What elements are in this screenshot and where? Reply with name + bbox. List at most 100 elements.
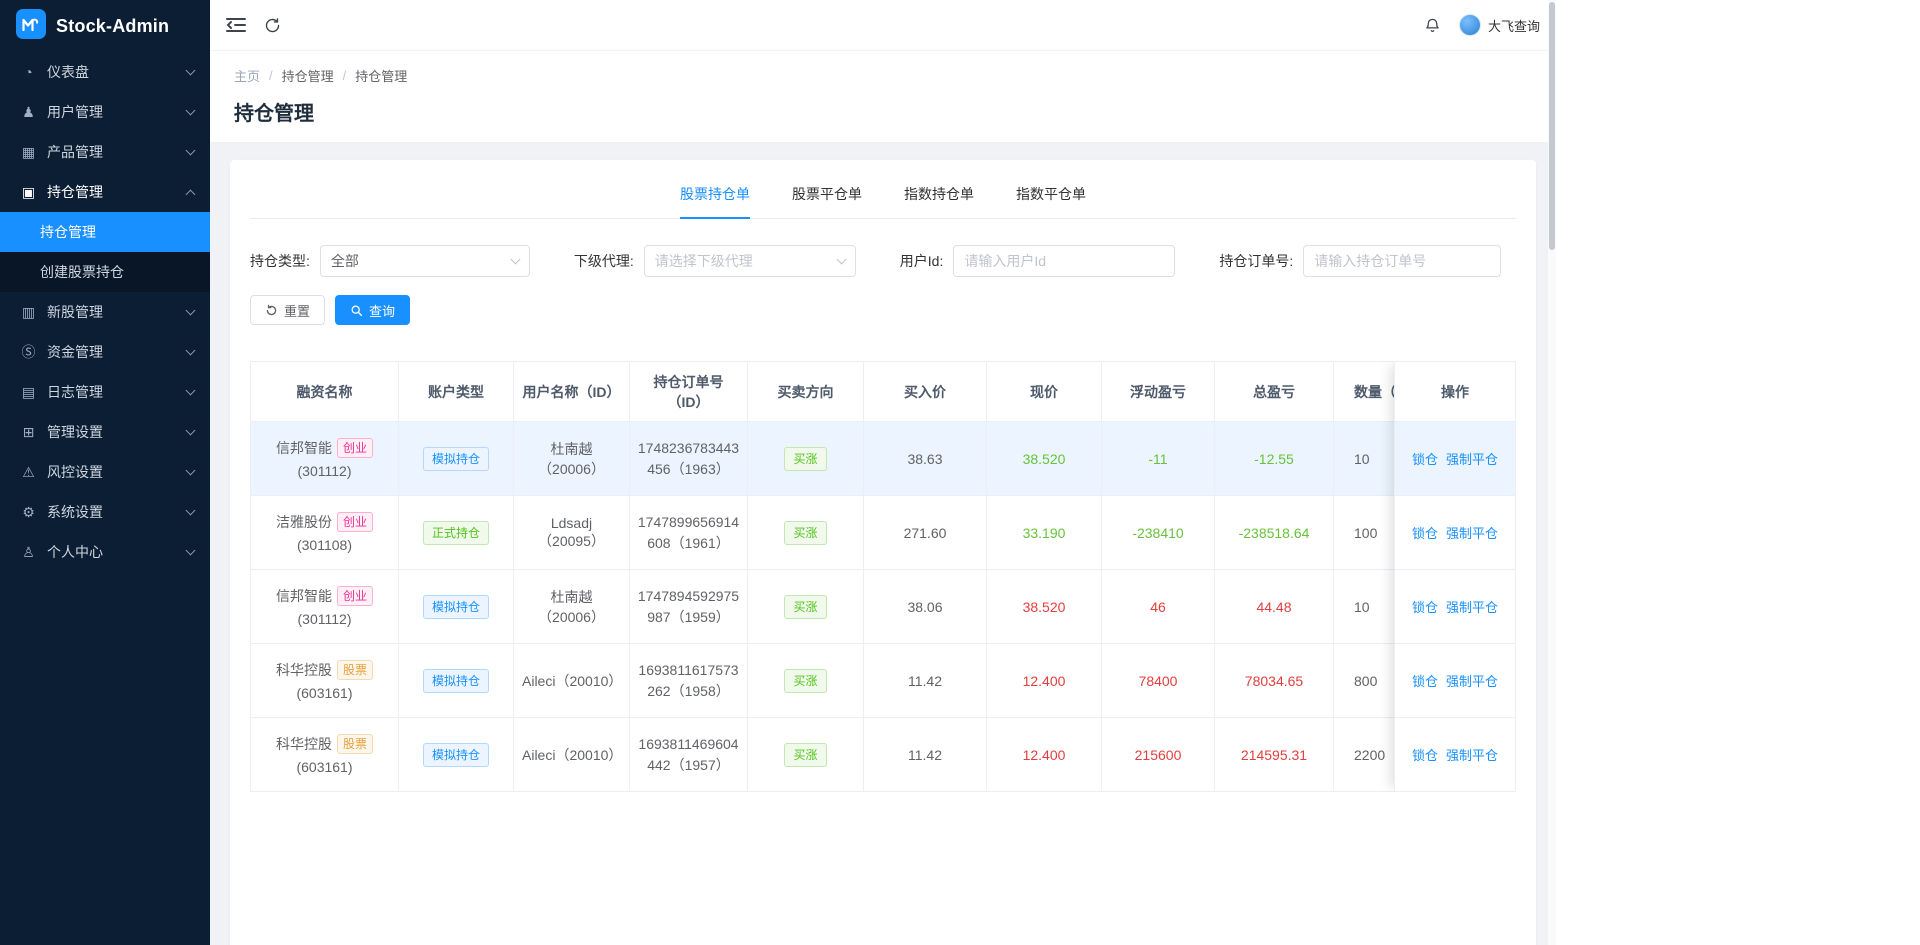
order-no-input[interactable] [1303,245,1502,277]
stock-board-tag: 股票 [336,660,373,680]
sidebar-item-users[interactable]: ♟ 用户管理 [0,92,210,132]
stock-name: 信邦智能 [275,440,332,456]
cell-order-id: 1747899656914608（1961） [630,496,748,570]
cell-total-pl: -238518.64 [1215,496,1334,570]
cell-current-price: 38.520 [987,422,1102,496]
cell-user: 杜南越（20006） [514,422,630,496]
user-id-input[interactable] [953,245,1176,277]
collapse-sidebar-icon[interactable] [226,17,246,33]
notifications-bell-icon[interactable] [1424,16,1441,34]
cell-float-pl: -238410 [1102,496,1215,570]
chevron-down-icon [185,385,196,395]
chevron-down-icon [185,145,196,155]
account-type-tag: 模拟持仓 [422,594,489,619]
cell-stock: 信邦智能 创业 (301112) [251,422,399,496]
sidebar-item-label: 资金管理 [47,344,103,360]
lock-position-link[interactable]: 锁仓 [1412,671,1438,690]
scrollbar-thumb[interactable] [1549,2,1555,250]
column-header-float: 浮动盈亏 [1102,362,1215,422]
sidebar-item-dashboard[interactable]: ◔ 仪表盘 [0,52,210,92]
sidebar-item-positions[interactable]: ▣ 持仓管理 [0,172,210,212]
cell-stock: 科华控股 股票 (603161) [251,644,399,718]
lock-position-link[interactable]: 锁仓 [1412,449,1438,468]
user-id-label: 用户Id: [899,253,944,269]
agent-select[interactable]: 请选择下级代理 [643,245,856,277]
cell-user: Aileci（20010） [514,718,630,792]
sidebar-item-logs[interactable]: ▤ 日志管理 [0,372,210,412]
filter-bar: 持仓类型: 全部 下级代理: 请选择下级代理 用户Id: 请输入用户Id 持仓订… [250,245,1516,277]
query-button[interactable]: 查询 [335,295,411,325]
direction-tag: 买涨 [784,742,827,767]
sidebar-item-funds[interactable]: Ⓢ 资金管理 [0,332,210,372]
cell-account-type: 正式持仓 [399,496,514,570]
cell-order-id: 1693811617573262（1958） [630,644,748,718]
tab-index-closed[interactable]: 指数平仓单 [1016,184,1086,218]
topbar: 大飞查询 [210,0,1556,50]
column-header-user: 用户名称（ID） [514,362,630,422]
sidebar-item-label: 风控设置 [47,464,103,480]
cell-stock: 科华控股 股票 (603161) [251,718,399,792]
account-type-tag: 模拟持仓 [422,668,489,693]
row-actions: 锁仓 强制平仓 [1395,718,1515,792]
reset-button[interactable]: 重置 [250,295,326,325]
sidebar-item-products[interactable]: ▦ 产品管理 [0,132,210,172]
user-avatar [1458,14,1481,36]
chevron-down-icon [185,425,196,435]
sidebar-item-admin-settings[interactable]: ⊞ 管理设置 [0,412,210,452]
chevron-down-icon [510,254,521,265]
lock-position-link[interactable]: 锁仓 [1412,745,1438,764]
breadcrumb-item[interactable]: 主页 [234,66,260,85]
sidebar-item-create-stock-position[interactable]: 创建股票持仓 [0,252,210,292]
filter-user-id: 用户Id: [900,245,1176,277]
page-content: 股票持仓单 股票平仓单 指数持仓单 指数平仓单 持仓类型: 全部 下级代理: 请选择下… [210,142,1556,945]
ops-column-header: 操作 [1395,362,1515,422]
column-header-direction: 买卖方向 [748,362,864,422]
sidebar-submenu: 持仓管理 创建股票持仓 [0,212,210,292]
lock-position-link[interactable]: 锁仓 [1412,523,1438,542]
stock-code: (301112) [297,611,352,627]
tab-stock-closed[interactable]: 股票平仓单 [792,184,862,218]
new-stock-icon: ▥ [21,303,36,320]
cell-buy-price: 38.06 [864,570,987,644]
cell-account-type: 模拟持仓 [399,422,514,496]
breadcrumb-item[interactable]: 持仓管理 [282,66,334,85]
main-area: 大飞查询 主页 / 持仓管理 / 持仓管理 持仓管理 股票持仓单 股票平仓单 指数持仓单 指数… [210,0,1556,945]
stock-name: 科华控股 [275,662,332,678]
refresh-icon[interactable] [264,17,281,34]
tab-index-positions[interactable]: 指数持仓单 [904,184,974,218]
force-close-link[interactable]: 强制平仓 [1446,523,1498,542]
vertical-scrollbar[interactable] [1548,0,1556,945]
row-actions: 锁仓 强制平仓 [1395,570,1515,644]
cell-stock: 信邦智能 创业 (301112) [251,570,399,644]
cell-order-id: 1693811469604442（1957） [630,718,748,792]
cell-current-price: 38.520 [987,570,1102,644]
sidebar-item-positions-list[interactable]: 持仓管理 [0,212,210,252]
cell-user: Ldsadj（20095） [514,496,630,570]
stock-name: 信邦智能 [275,588,332,604]
position-type-select[interactable]: 全部 [319,245,530,277]
products-icon: ▦ [21,143,36,160]
cell-buy-price: 38.63 [864,422,987,496]
force-close-link[interactable]: 强制平仓 [1446,449,1498,468]
sidebar-item-label: 产品管理 [47,144,103,160]
direction-tag: 买涨 [784,594,827,619]
row-actions: 锁仓 强制平仓 [1395,422,1515,496]
cell-direction: 买涨 [748,570,864,644]
force-close-link[interactable]: 强制平仓 [1446,745,1498,764]
tab-stock-positions[interactable]: 股票持仓单 [680,184,750,219]
admin-settings-icon: ⊞ [22,423,35,440]
sidebar-item-risk-settings[interactable]: ⚠ 风控设置 [0,452,210,492]
cell-float-pl: 46 [1102,570,1215,644]
force-close-link[interactable]: 强制平仓 [1446,671,1498,690]
chevron-down-icon [185,65,196,75]
sidebar-item-new-stock[interactable]: ▥ 新股管理 [0,292,210,332]
sidebar-item-profile[interactable]: ♙ 个人中心 [0,532,210,572]
sidebar-item-system-settings[interactable]: ⚙ 系统设置 [0,492,210,532]
chevron-down-icon [185,505,196,515]
force-close-link[interactable]: 强制平仓 [1446,597,1498,616]
lock-position-link[interactable]: 锁仓 [1412,597,1438,616]
user-menu[interactable]: 大飞查询 [1458,14,1540,36]
table-row: 信邦智能 创业 (301112) 模拟持仓 杜南越（20006） 174789459297… [251,570,1444,644]
sidebar-menu: ◔ 仪表盘 ♟ 用户管理 ▦ 产品管理 ▣ 持仓管理 持仓管理 创建股票持仓 ▥ 新股管理 Ⓢ 资金管理 ▤… [0,52,210,572]
cell-current-price: 12.400 [987,644,1102,718]
